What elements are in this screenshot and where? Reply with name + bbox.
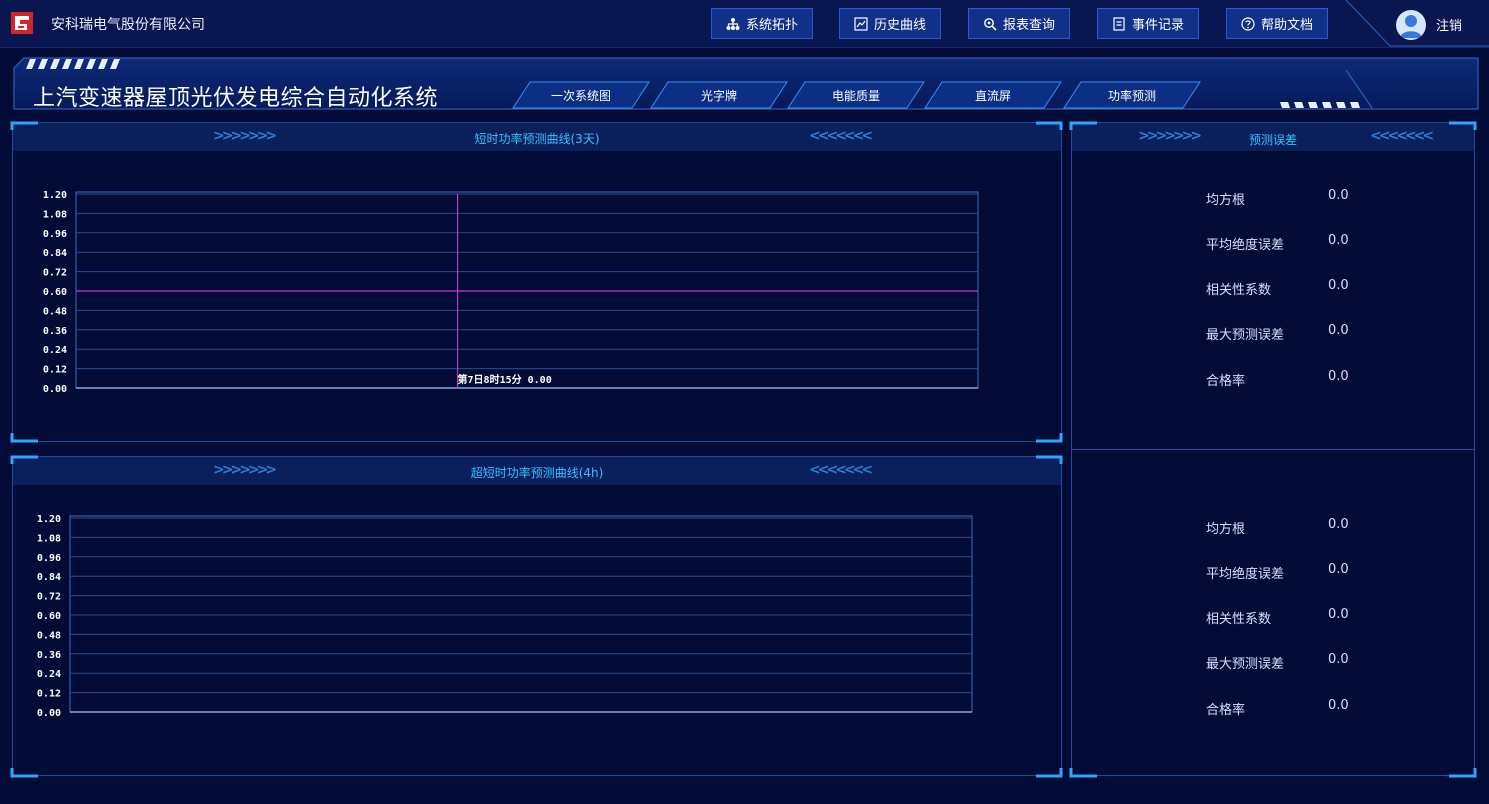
metric-value-rms: 0.0: [1328, 517, 1349, 532]
tab-power-forecast[interactable]: 功率预测: [1063, 81, 1201, 109]
metric-label-max-error: 最大预测误差: [1206, 328, 1285, 343]
chevron-left-icon: <<<<<<<: [1370, 128, 1434, 144]
y-tick-label: 0.12: [43, 365, 67, 376]
nav-label: 系统拓扑: [745, 18, 798, 33]
metric-label-rms: 均方根: [1206, 193, 1246, 208]
metric-label-max-error: 最大预测误差: [1206, 657, 1285, 672]
metric-value-max-error: 0.0: [1328, 323, 1349, 338]
metric-label-rms: 均方根: [1206, 522, 1246, 537]
logout-link[interactable]: 注销: [1436, 15, 1462, 34]
y-tick-label: 0.96: [43, 229, 67, 240]
tab-signal-board[interactable]: 光字牌: [650, 81, 788, 109]
panel-title: 短时功率预测曲线(3天): [474, 132, 600, 146]
y-tick-label: 1.20: [43, 190, 67, 201]
metric-label-pass-rate: 合格率: [1206, 703, 1246, 718]
y-tick-label: 0.24: [43, 345, 67, 356]
y-tick-label: 0.36: [43, 326, 67, 337]
metric-value-pass-rate: 0.0: [1328, 698, 1349, 713]
short-term-forecast-chart[interactable]: 1.20 1.08 0.96 0.84 0.72 0.60 0.48 0.36 0.24 0.12…: [13, 179, 1013, 404]
top-bar: 安科瑞电气股份有限公司 系统拓扑 历史曲线 报表查询 事件记录 帮助文档 注销: [0, 0, 1489, 48]
plot-frame: [75, 191, 979, 389]
y-tick-label: 0.72: [37, 592, 61, 603]
section-divider: [1072, 449, 1474, 450]
nav-system-topology-button[interactable]: 系统拓扑: [711, 8, 813, 39]
system-title: 上汽变速器屋顶光伏发电综合自动化系统: [33, 86, 439, 111]
metric-value-mae: 0.0: [1328, 233, 1349, 248]
metric-value-mae: 0.0: [1328, 562, 1349, 577]
y-tick-label: 0.12: [37, 689, 61, 700]
y-tick-label: 0.36: [37, 650, 61, 661]
document-icon: [1113, 16, 1125, 31]
company-logo-icon: [11, 12, 33, 34]
chevron-left-icon: <<<<<<<: [809, 128, 873, 144]
tab-dc-panel[interactable]: 直流屏: [924, 81, 1062, 109]
y-tick-label: 0.24: [37, 669, 61, 680]
y-tick-label: 0.84: [43, 248, 67, 259]
panel-header: >>>>>>> 超短时功率预测曲线(4h) <<<<<<<: [13, 457, 1061, 485]
forecast-error-panel: >>>>>>> 预测误差 <<<<<<< 均方根 0.0 平均绝度误差 0.0 …: [1071, 122, 1475, 776]
y-tick-label: 0.96: [37, 553, 61, 564]
ultra-short-forecast-panel: >>>>>>> 超短时功率预测曲线(4h) <<<<<<< 1.20 1.08 0.…: [12, 456, 1062, 776]
nav-label: 事件记录: [1131, 18, 1184, 33]
metric-label-correlation: 相关性系数: [1206, 612, 1272, 627]
metric-label-mae: 平均绝度误差: [1206, 567, 1285, 582]
nav-report-query-button[interactable]: 报表查询: [968, 8, 1070, 39]
crosshair-tooltip: 第7日8时15分 0.00: [458, 373, 552, 386]
user-avatar-icon[interactable]: [1396, 10, 1426, 40]
y-tick-label: 0.48: [43, 306, 67, 317]
panel-header: >>>>>>> 预测误差 <<<<<<<: [1072, 123, 1474, 151]
line-chart-icon: [854, 16, 868, 31]
ultra-short-forecast-chart[interactable]: 1.20 1.08 0.96 0.84 0.72 0.60 0.48 0.36 0.24 0.12…: [13, 503, 1013, 728]
y-tick-label: 1.08: [43, 209, 67, 220]
metric-label-pass-rate: 合格率: [1206, 374, 1246, 389]
metric-label-correlation: 相关性系数: [1206, 283, 1272, 298]
metric-value-correlation: 0.0: [1328, 278, 1349, 293]
chevron-left-icon: <<<<<<<: [809, 462, 873, 478]
nav-event-log-button[interactable]: 事件记录: [1097, 8, 1199, 39]
nav-label: 历史曲线: [873, 18, 926, 33]
nav-label: 报表查询: [1002, 18, 1055, 33]
metric-value-correlation: 0.0: [1328, 607, 1349, 622]
y-tick-label: 0.60: [43, 287, 67, 298]
metric-value-pass-rate: 0.0: [1328, 369, 1349, 384]
panel-header: >>>>>>> 短时功率预测曲线(3天) <<<<<<<: [13, 123, 1061, 151]
nav-help-docs-button[interactable]: 帮助文档: [1226, 8, 1328, 39]
metric-value-rms: 0.0: [1328, 188, 1349, 203]
y-tick-label: 0.72: [43, 268, 67, 279]
y-tick-label: 1.08: [37, 533, 61, 544]
plot-frame: [69, 515, 973, 713]
search-icon: [984, 17, 997, 31]
metric-label-mae: 平均绝度误差: [1206, 238, 1285, 253]
y-tick-label: 0.00: [43, 384, 67, 395]
nav-label: 帮助文档: [1260, 18, 1313, 33]
y-tick-label: 0.84: [37, 572, 61, 583]
y-tick-label: 0.00: [37, 708, 61, 719]
panel-title: 超短时功率预测曲线(4h): [470, 466, 604, 480]
y-tick-label: 1.20: [37, 514, 61, 525]
help-icon: [1241, 16, 1255, 31]
company-name: 安科瑞电气股份有限公司: [51, 17, 205, 33]
tab-primary-diagram[interactable]: 一次系统图: [512, 81, 650, 109]
tab-power-quality[interactable]: 电能质量: [787, 81, 925, 109]
metric-value-max-error: 0.0: [1328, 652, 1349, 667]
y-tick-label: 0.48: [37, 630, 61, 641]
short-term-forecast-panel: >>>>>>> 短时功率预测曲线(3天) <<<<<<< 1.20 1.08 0.9…: [12, 122, 1062, 442]
y-tick-label: 0.60: [37, 611, 61, 622]
nav-history-curve-button[interactable]: 历史曲线: [839, 8, 941, 39]
topology-icon: [726, 17, 740, 30]
